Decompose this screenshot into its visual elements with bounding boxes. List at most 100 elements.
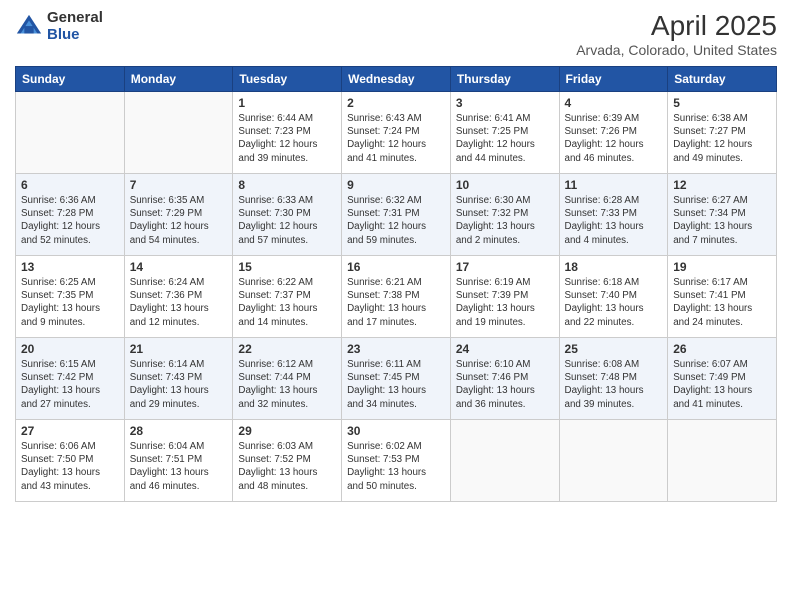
day-info: Sunrise: 6:43 AM Sunset: 7:24 PM Dayligh… xyxy=(347,112,445,165)
day-info: Sunrise: 6:14 AM Sunset: 7:43 PM Dayligh… xyxy=(130,358,228,411)
calendar-cell xyxy=(124,92,233,174)
calendar-cell xyxy=(450,420,559,502)
day-number: 6 xyxy=(21,178,119,192)
day-number: 16 xyxy=(347,260,445,274)
calendar-week-row: 13 Sunrise: 6:25 AM Sunset: 7:35 PM Dayli… xyxy=(16,256,777,338)
day-number: 8 xyxy=(238,178,336,192)
day-info: Sunrise: 6:02 AM Sunset: 7:53 PM Dayligh… xyxy=(347,440,445,493)
day-number: 28 xyxy=(130,424,228,438)
day-info: Sunrise: 6:30 AM Sunset: 7:32 PM Dayligh… xyxy=(456,194,554,247)
calendar-cell: 16Sunrise: 6:21 AM Sunset: 7:38 PM Dayli… xyxy=(342,256,451,338)
calendar-cell: 23 Sunrise: 6:11 AM Sunset: 7:45 PM Dayli… xyxy=(342,338,451,420)
day-number: 29 xyxy=(238,424,336,438)
day-info: Sunrise: 6:24 AM Sunset: 7:36 PM Dayligh… xyxy=(130,276,228,329)
day-info: Sunrise: 6:15 AM Sunset: 7:42 PM Dayligh… xyxy=(21,358,119,411)
day-number: 5 xyxy=(673,96,771,110)
day-info: Sunrise: 6:33 AM Sunset: 7:30 PM Dayligh… xyxy=(238,194,336,247)
col-sunday: Sunday xyxy=(16,67,125,92)
calendar-table: Sunday Monday Tuesday Wednesday Thursday… xyxy=(15,66,777,502)
day-info: Sunrise: 6:36 AM Sunset: 7:28 PM Dayligh… xyxy=(21,194,119,247)
day-info: Sunrise: 6:41 AM Sunset: 7:25 PM Dayligh… xyxy=(456,112,554,165)
day-info: Sunrise: 6:07 AM Sunset: 7:49 PM Dayligh… xyxy=(673,358,771,411)
calendar-cell: 2 Sunrise: 6:43 AM Sunset: 7:24 PM Daylig… xyxy=(342,92,451,174)
calendar-cell: 1 Sunrise: 6:44 AM Sunset: 7:23 PM Daylig… xyxy=(233,92,342,174)
logo-text: General Blue xyxy=(47,10,103,43)
day-number: 10 xyxy=(456,178,554,192)
calendar-cell: 28 Sunrise: 6:04 AM Sunset: 7:51 PM Dayli… xyxy=(124,420,233,502)
calendar-week-row: 6 Sunrise: 6:36 AM Sunset: 7:28 PM Daylig… xyxy=(16,174,777,256)
day-number: 1 xyxy=(238,96,336,110)
day-number: 4 xyxy=(565,96,663,110)
calendar-cell: 22 Sunrise: 6:12 AM Sunset: 7:44 PM Dayli… xyxy=(233,338,342,420)
calendar-cell: 18 Sunrise: 6:18 AM Sunset: 7:40 PM Dayli… xyxy=(559,256,668,338)
day-info: Sunrise: 6:03 AM Sunset: 7:52 PM Dayligh… xyxy=(238,440,336,493)
calendar-cell: 21 Sunrise: 6:14 AM Sunset: 7:43 PM Dayli… xyxy=(124,338,233,420)
day-info: Sunrise: 6:28 AM Sunset: 7:33 PM Dayligh… xyxy=(565,194,663,247)
day-number: 12 xyxy=(673,178,771,192)
calendar-cell xyxy=(559,420,668,502)
day-number: 13 xyxy=(21,260,119,274)
calendar-cell: 10 Sunrise: 6:30 AM Sunset: 7:32 PM Dayli… xyxy=(450,174,559,256)
calendar-cell: 29 Sunrise: 6:03 AM Sunset: 7:52 PM Dayli… xyxy=(233,420,342,502)
day-number: 15 xyxy=(238,260,336,274)
col-thursday: Thursday xyxy=(450,67,559,92)
col-tuesday: Tuesday xyxy=(233,67,342,92)
calendar-cell: 12 Sunrise: 6:27 AM Sunset: 7:34 PM Dayli… xyxy=(668,174,777,256)
day-info: Sunrise: 6:44 AM Sunset: 7:23 PM Dayligh… xyxy=(238,112,336,165)
day-info: Sunrise: 6:32 AM Sunset: 7:31 PM Dayligh… xyxy=(347,194,445,247)
day-info: Sunrise: 6:04 AM Sunset: 7:51 PM Dayligh… xyxy=(130,440,228,493)
day-info: Sunrise: 6:38 AM Sunset: 7:27 PM Dayligh… xyxy=(673,112,771,165)
calendar-cell: 11 Sunrise: 6:28 AM Sunset: 7:33 PM Dayli… xyxy=(559,174,668,256)
day-info: Sunrise: 6:12 AM Sunset: 7:44 PM Dayligh… xyxy=(238,358,336,411)
page: General Blue April 2025 Arvada, Colorado… xyxy=(0,0,792,612)
col-friday: Friday xyxy=(559,67,668,92)
calendar-week-row: 27 Sunrise: 6:06 AM Sunset: 7:50 PM Dayli… xyxy=(16,420,777,502)
day-info: Sunrise: 6:06 AM Sunset: 7:50 PM Dayligh… xyxy=(21,440,119,493)
calendar-cell: 4Sunrise: 6:39 AM Sunset: 7:26 PM Daylig… xyxy=(559,92,668,174)
calendar-cell: 19Sunrise: 6:17 AM Sunset: 7:41 PM Dayli… xyxy=(668,256,777,338)
day-info: Sunrise: 6:10 AM Sunset: 7:46 PM Dayligh… xyxy=(456,358,554,411)
day-info: Sunrise: 6:22 AM Sunset: 7:37 PM Dayligh… xyxy=(238,276,336,329)
calendar-cell: 17 Sunrise: 6:19 AM Sunset: 7:39 PM Dayli… xyxy=(450,256,559,338)
day-number: 14 xyxy=(130,260,228,274)
day-number: 11 xyxy=(565,178,663,192)
day-number: 17 xyxy=(456,260,554,274)
calendar-cell: 7Sunrise: 6:35 AM Sunset: 7:29 PM Daylig… xyxy=(124,174,233,256)
day-number: 26 xyxy=(673,342,771,356)
calendar-cell: 30 Sunrise: 6:02 AM Sunset: 7:53 PM Dayli… xyxy=(342,420,451,502)
calendar-cell: 6 Sunrise: 6:36 AM Sunset: 7:28 PM Daylig… xyxy=(16,174,125,256)
day-number: 22 xyxy=(238,342,336,356)
title-block: April 2025 Arvada, Colorado, United Stat… xyxy=(576,10,777,58)
day-number: 3 xyxy=(456,96,554,110)
header: General Blue April 2025 Arvada, Colorado… xyxy=(15,10,777,58)
col-monday: Monday xyxy=(124,67,233,92)
logo-icon xyxy=(15,13,43,41)
calendar-cell: 5 Sunrise: 6:38 AM Sunset: 7:27 PM Daylig… xyxy=(668,92,777,174)
day-info: Sunrise: 6:19 AM Sunset: 7:39 PM Dayligh… xyxy=(456,276,554,329)
day-info: Sunrise: 6:11 AM Sunset: 7:45 PM Dayligh… xyxy=(347,358,445,411)
day-number: 27 xyxy=(21,424,119,438)
day-info: Sunrise: 6:17 AM Sunset: 7:41 PM Dayligh… xyxy=(673,276,771,329)
calendar-cell: 25Sunrise: 6:08 AM Sunset: 7:48 PM Dayli… xyxy=(559,338,668,420)
logo: General Blue xyxy=(15,10,103,43)
col-wednesday: Wednesday xyxy=(342,67,451,92)
col-saturday: Saturday xyxy=(668,67,777,92)
day-info: Sunrise: 6:25 AM Sunset: 7:35 PM Dayligh… xyxy=(21,276,119,329)
day-number: 20 xyxy=(21,342,119,356)
day-number: 24 xyxy=(456,342,554,356)
day-info: Sunrise: 6:08 AM Sunset: 7:48 PM Dayligh… xyxy=(565,358,663,411)
day-info: Sunrise: 6:27 AM Sunset: 7:34 PM Dayligh… xyxy=(673,194,771,247)
calendar-cell: 26 Sunrise: 6:07 AM Sunset: 7:49 PM Dayli… xyxy=(668,338,777,420)
day-info: Sunrise: 6:18 AM Sunset: 7:40 PM Dayligh… xyxy=(565,276,663,329)
day-number: 30 xyxy=(347,424,445,438)
calendar-cell: 9Sunrise: 6:32 AM Sunset: 7:31 PM Daylig… xyxy=(342,174,451,256)
calendar-cell xyxy=(16,92,125,174)
day-number: 18 xyxy=(565,260,663,274)
calendar-cell: 13 Sunrise: 6:25 AM Sunset: 7:35 PM Dayli… xyxy=(16,256,125,338)
day-number: 7 xyxy=(130,178,228,192)
logo-blue-text: Blue xyxy=(47,27,103,44)
day-number: 2 xyxy=(347,96,445,110)
calendar-cell xyxy=(668,420,777,502)
day-number: 23 xyxy=(347,342,445,356)
day-number: 21 xyxy=(130,342,228,356)
